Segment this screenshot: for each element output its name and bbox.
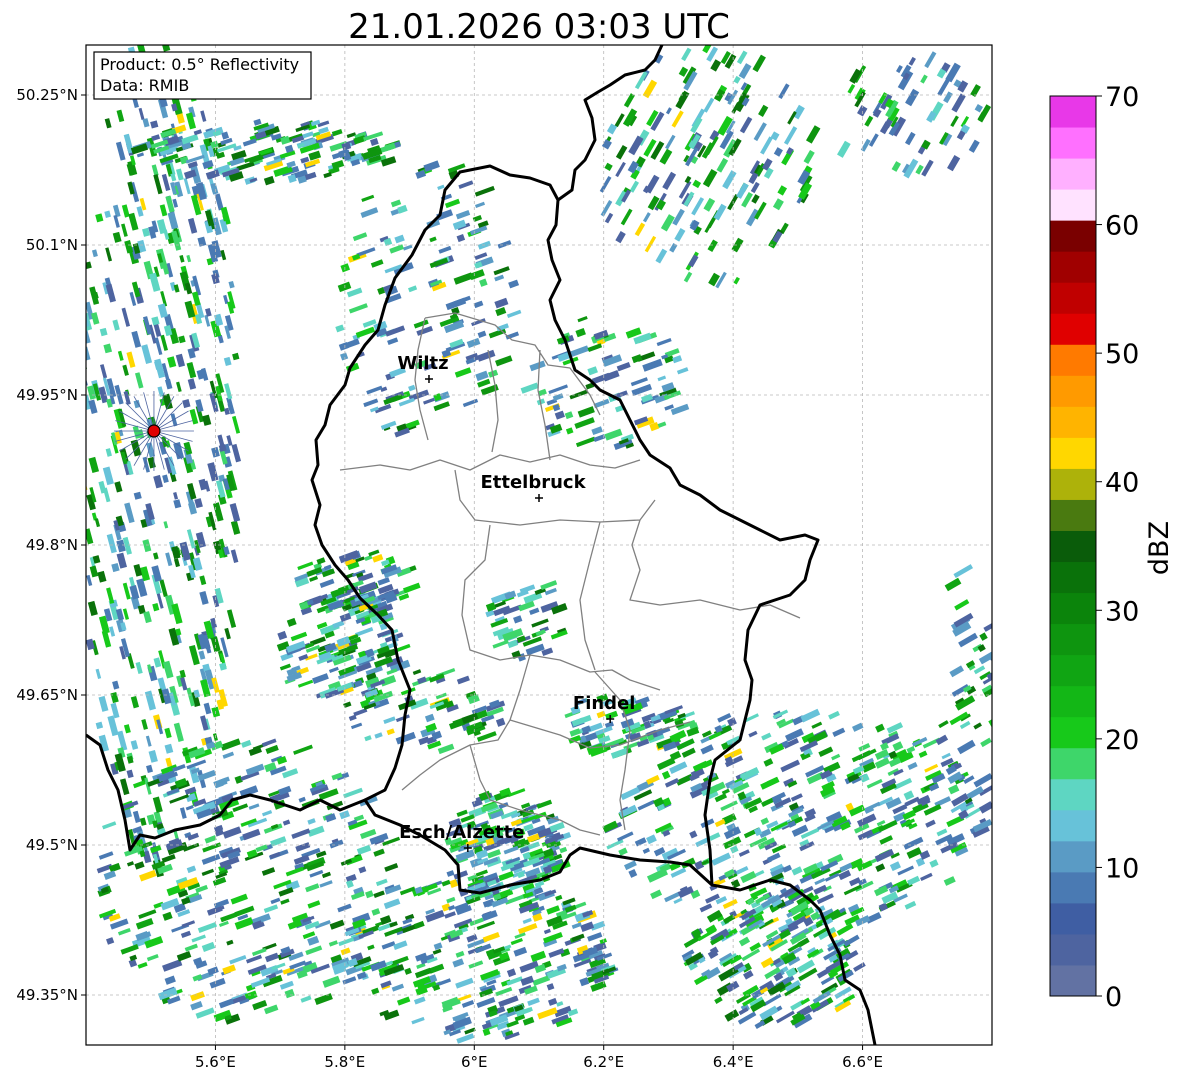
x-tick-label: 5.8°E <box>324 1053 365 1071</box>
colorbar-segment <box>1050 871 1096 904</box>
x-tick-label: 5.6°E <box>195 1053 236 1071</box>
colorbar-segment <box>1050 282 1096 314</box>
x-tick-label: 6.6°E <box>842 1053 883 1071</box>
colorbar-tick-label: 40 <box>1105 468 1139 499</box>
colorbar-segment <box>1050 902 1096 935</box>
city-label: Wiltz <box>397 353 448 374</box>
colorbar-segment <box>1050 964 1096 997</box>
map-title: 21.01.2026 03:03 UTC <box>348 7 730 47</box>
city-label: Esch/Alzette <box>399 822 524 843</box>
city-label: Ettelbruck <box>480 472 586 493</box>
colorbar-tick-label: 60 <box>1105 211 1139 242</box>
colorbar-segment <box>1050 158 1096 190</box>
echo-cell <box>160 22 170 39</box>
colorbar-segment <box>1050 344 1096 376</box>
colorbar-segment <box>1050 468 1096 500</box>
colorbar-segment <box>1050 747 1096 780</box>
colorbar-segment <box>1050 561 1096 594</box>
echo-cell <box>75 433 85 451</box>
colorbar-segment <box>1050 189 1096 221</box>
info-box: Product: 0.5° Reflectivity Data: RMIB <box>93 51 312 100</box>
colorbar-segment <box>1050 96 1096 128</box>
colorbar-tick-label: 30 <box>1105 596 1139 627</box>
colorbar-segment <box>1050 623 1096 656</box>
x-axis-ticks: 5.6°E 5.8°E 6°E 6.2°E 6.4°E 6.6°E <box>195 1045 883 1071</box>
echo-cell <box>86 489 87 511</box>
y-tick-label: 50.25°N <box>16 86 78 104</box>
colorbar-segment <box>1050 375 1096 407</box>
colorbar-segment <box>1050 313 1096 345</box>
colorbar-segment <box>1050 778 1096 811</box>
x-tick-label: 6.4°E <box>713 1053 754 1071</box>
echo-cell <box>175 34 181 42</box>
colorbar-tick-label: 70 <box>1105 82 1139 113</box>
colorbar-tick-label: 20 <box>1105 725 1139 756</box>
x-tick-label: 6°E <box>461 1053 488 1071</box>
echo-cell <box>76 410 85 425</box>
y-tick-label: 49.65°N <box>16 686 78 704</box>
radar-site-marker <box>113 391 194 471</box>
colorbar-segment <box>1050 716 1096 749</box>
colorbar-segment <box>1050 840 1096 873</box>
colorbar-segment <box>1050 220 1096 252</box>
colorbar-segment <box>1050 592 1096 625</box>
radar-map-figure: 21.01.2026 03:03 UTC Wiltz Ettelbruck Find… <box>16 7 1175 1071</box>
colorbar-segment <box>1050 933 1096 966</box>
y-tick-label: 49.5°N <box>26 836 78 854</box>
y-axis-ticks: 50.25°N 50.1°N 49.95°N 49.8°N 49.65°N 49.5°N 4… <box>16 86 86 1004</box>
y-tick-label: 49.95°N <box>16 386 78 404</box>
x-tick-label: 6.2°E <box>583 1053 624 1071</box>
colorbar-segment <box>1050 530 1096 563</box>
colorbar-segment <box>1050 685 1096 718</box>
colorbar-segment <box>1050 437 1096 469</box>
city-label: Findel <box>573 693 636 714</box>
info-product: Product: 0.5° Reflectivity <box>100 55 299 74</box>
colorbar: 0 10 20 30 40 50 60 70 <box>1049 82 1139 1013</box>
colorbar-segment <box>1050 251 1096 283</box>
colorbar-segment <box>1050 406 1096 438</box>
y-tick-label: 49.8°N <box>26 536 78 554</box>
y-tick-label: 50.1°N <box>26 236 78 254</box>
info-source: Data: RMIB <box>100 76 189 95</box>
colorbar-label: dBZ <box>1144 521 1175 575</box>
radar-site-dot <box>147 424 161 438</box>
colorbar-segment <box>1050 654 1096 687</box>
map-plot-area: Wiltz Ettelbruck Findel Esch/Alzette Produc… <box>75 22 993 1046</box>
colorbar-tick-label: 10 <box>1105 853 1139 884</box>
y-tick-label: 49.35°N <box>16 986 78 1004</box>
colorbar-segment <box>1050 127 1096 159</box>
colorbar-segment <box>1050 499 1096 531</box>
colorbar-segment <box>1050 809 1096 842</box>
colorbar-tick-label: 0 <box>1105 982 1122 1013</box>
colorbar-tick-label: 50 <box>1105 339 1139 370</box>
